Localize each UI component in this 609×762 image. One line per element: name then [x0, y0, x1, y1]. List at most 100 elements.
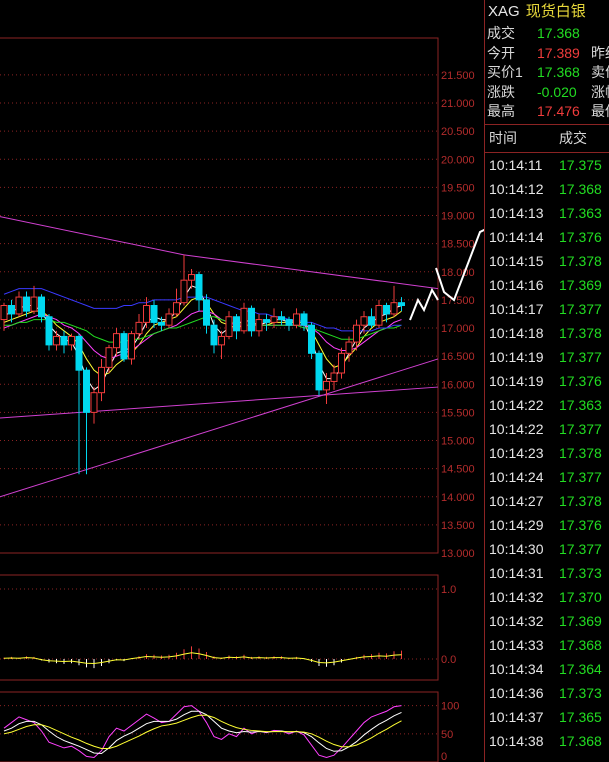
ticks-header: 时间 成交 — [485, 125, 609, 152]
pane-frame-2 — [0, 691, 439, 762]
tick-row[interactable]: 10:14:23 17.378 — [485, 441, 609, 465]
tick-price: 17.375 — [559, 156, 602, 173]
ticks-list[interactable]: 10:14:11 17.375 10:14:12 17.368 10:14:13 17.3… — [485, 153, 609, 753]
y-tick-label: 21.000 — [441, 98, 475, 110]
tick-time: 10:14:16 — [489, 276, 544, 293]
tick-row[interactable]: 10:14:37 17.365 — [485, 705, 609, 729]
y-tick-label: 20.500 — [441, 126, 475, 138]
kline-chart-svg[interactable]: 21.500 21.000 20.500 20.000 19.500 19.000 18.5… — [0, 0, 484, 762]
tick-row[interactable]: 10:14:32 17.370 — [485, 585, 609, 609]
y-tick-label: 14.000 — [441, 492, 475, 504]
kdj-line-2 — [3, 714, 402, 749]
tick-row[interactable]: 10:14:33 17.368 — [485, 633, 609, 657]
tick-time: 10:14:23 — [489, 444, 544, 461]
tick-row[interactable]: 10:14:22 17.377 — [485, 417, 609, 441]
tick-price: 17.377 — [559, 540, 602, 557]
tick-row[interactable]: 10:14:27 17.378 — [485, 489, 609, 513]
quote-value: 17.476 — [537, 103, 580, 119]
tick-row[interactable]: 10:14:17 17.377 — [485, 297, 609, 321]
candle-body — [345, 341, 353, 354]
y-tick-label: 13.000 — [441, 548, 475, 560]
candle-body — [120, 333, 128, 360]
tick-row[interactable]: 10:14:16 17.369 — [485, 273, 609, 297]
candle-body — [210, 324, 218, 346]
candle-body — [188, 274, 195, 281]
candle-body — [353, 324, 360, 343]
tick-time: 10:14:14 — [489, 228, 544, 245]
quote-label: 最高 — [487, 103, 515, 119]
tick-time: 10:14:13 — [489, 204, 544, 221]
candle-body — [45, 316, 53, 346]
candle-body — [105, 347, 113, 368]
quote-value: 17.368 — [537, 64, 580, 80]
tick-row[interactable]: 10:14:34 17.364 — [485, 657, 609, 681]
tick-time: 10:14:22 — [489, 396, 544, 413]
tick-time: 10:14:30 — [489, 540, 544, 557]
tick-time: 10:14:19 — [489, 348, 544, 365]
tick-row[interactable]: 10:14:22 17.363 — [485, 393, 609, 417]
tick-row[interactable]: 10:14:30 17.377 — [485, 537, 609, 561]
tick-price: 17.363 — [559, 204, 602, 221]
tick-time: 10:14:24 — [489, 468, 544, 485]
quote-value: -0.020 — [537, 83, 577, 100]
trendline — [0, 216, 185, 256]
candle-body — [330, 372, 338, 382]
quote-row: 涨跌 -0.020 涨幅 — [485, 83, 609, 103]
candle-body — [30, 296, 38, 312]
tick-row[interactable]: 10:14:18 17.378 — [485, 321, 609, 345]
tick-price: 17.376 — [559, 372, 602, 389]
quote-label: 涨跌 — [487, 83, 515, 100]
tick-price: 17.377 — [559, 300, 602, 317]
tick-price: 17.369 — [559, 276, 602, 293]
kline-chart-area[interactable]: 21.500 21.000 20.500 20.000 19.500 19.000 18.5… — [0, 0, 484, 762]
tick-time: 10:14:38 — [489, 732, 544, 749]
tick-price: 17.373 — [559, 684, 602, 701]
tick-row[interactable]: 10:14:15 17.378 — [485, 249, 609, 273]
tick-row[interactable]: 10:14:31 17.373 — [485, 561, 609, 585]
quote-panel: XAG 现货白银 成交 17.368 今开 17.389 昨结买价1 17.368 卖价涨跌 -… — [484, 0, 609, 762]
y-tick-label: 17.500 — [441, 295, 475, 307]
candle-body — [143, 305, 150, 323]
quote-row: 买价1 17.368 卖价 — [485, 63, 609, 83]
candle-body — [225, 316, 233, 337]
tick-row[interactable]: 10:14:24 17.377 — [485, 465, 609, 489]
tick-row[interactable]: 10:14:14 17.376 — [485, 225, 609, 249]
tick-row[interactable]: 10:14:32 17.369 — [485, 609, 609, 633]
tick-time: 10:14:19 — [489, 372, 544, 389]
pane-frame-1 — [0, 574, 439, 681]
tick-price: 17.377 — [559, 420, 602, 437]
y-tick-label: 100 — [441, 701, 459, 713]
candle-body — [23, 296, 30, 312]
candle-body — [398, 302, 405, 306]
tick-row[interactable]: 10:14:11 17.375 — [485, 153, 609, 177]
tick-row[interactable]: 10:14:12 17.368 — [485, 177, 609, 201]
tick-time: 10:14:32 — [489, 612, 544, 629]
candle-body — [323, 380, 330, 391]
ticks-header-time: 时间 — [489, 129, 517, 146]
quote-rows: 成交 17.368 今开 17.389 昨结买价1 17.368 卖价涨跌 -0.020 涨幅最… — [485, 24, 609, 122]
tick-price: 17.364 — [559, 660, 602, 677]
tick-row[interactable]: 10:14:19 17.377 — [485, 345, 609, 369]
y-tick-label: 18.500 — [441, 239, 475, 251]
tick-row[interactable]: 10:14:13 17.363 — [485, 201, 609, 225]
tick-row[interactable]: 10:14:19 17.376 — [485, 369, 609, 393]
y-tick-label: 0 — [441, 751, 447, 762]
candle-body — [300, 313, 308, 326]
tick-time: 10:14:29 — [489, 516, 544, 533]
quote-extra-label: 最低 — [591, 103, 609, 119]
y-tick-label: 17.000 — [441, 323, 475, 335]
candle-body — [113, 333, 120, 349]
tick-row[interactable]: 10:14:29 17.376 — [485, 513, 609, 537]
tick-price: 17.370 — [559, 588, 602, 605]
candle-body — [173, 302, 180, 315]
tick-price: 17.377 — [559, 348, 602, 365]
quote-value: 17.389 — [537, 44, 580, 61]
tick-price: 17.363 — [559, 396, 602, 413]
tick-price: 17.376 — [559, 228, 602, 245]
tick-row[interactable]: 10:14:36 17.373 — [485, 681, 609, 705]
tick-price: 17.378 — [559, 252, 602, 269]
instrument-code: XAG — [488, 3, 520, 20]
tick-row[interactable]: 10:14:38 17.368 — [485, 729, 609, 753]
quote-extra-label: 涨幅 — [591, 83, 609, 100]
trendline — [183, 254, 439, 290]
